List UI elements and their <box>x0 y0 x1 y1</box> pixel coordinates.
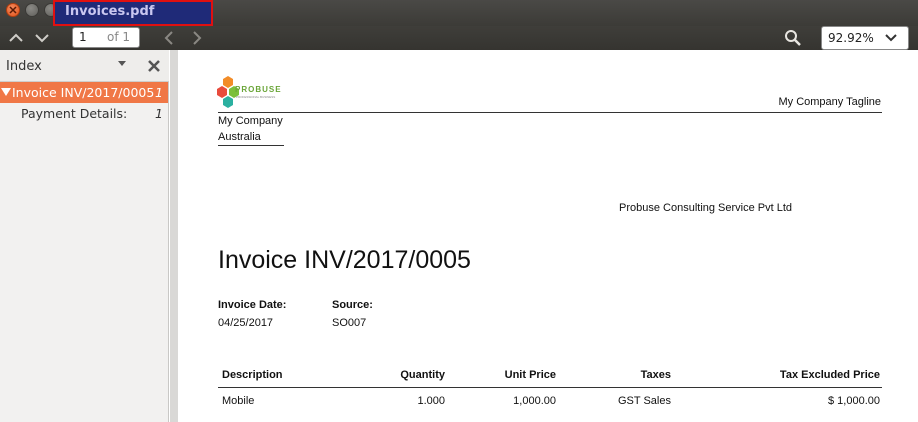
sidebar: Index Invoice INV/2017/0005 1 Payment De… <box>0 50 169 422</box>
invoice-date-label: Invoice Date: <box>218 299 287 311</box>
page-number-field[interactable]: 1 of 1 <box>72 27 140 48</box>
table-cell-taxes: GST Sales <box>618 395 671 407</box>
table-cell-tax-excluded-price: $ 1,000.00 <box>828 395 880 407</box>
table-cell-quantity: 1.000 <box>417 395 445 407</box>
address-underline <box>218 145 284 146</box>
table-cell-description: Mobile <box>222 395 255 407</box>
source-value: SO007 <box>332 317 367 329</box>
invoice-date-value: 04/25/2017 <box>218 317 274 329</box>
page-total: of 1 <box>107 30 131 44</box>
index-item-page: 1 <box>155 85 163 100</box>
table-header-divider <box>218 387 882 388</box>
title-bar: Invoices.pdf <box>0 0 918 26</box>
document-view[interactable]: PROBUSE PROFESSIONAL BUSINESS My Company… <box>170 50 918 422</box>
chevron-down-icon[interactable] <box>32 29 52 47</box>
zoom-select[interactable]: 92.92% <box>821 26 909 50</box>
window-minimize-button[interactable] <box>25 3 39 17</box>
chevron-up-icon[interactable] <box>6 29 26 47</box>
toolbar: 1 of 1 92.92% <box>0 26 918 50</box>
zoom-value: 92.92% <box>828 31 874 45</box>
partner-name: Probuse Consulting Service Pvt Ltd <box>619 202 793 214</box>
window-title: Invoices.pdf <box>65 4 155 19</box>
invoice-title: Invoice INV/2017/0005 <box>218 246 471 274</box>
table-cell-unit-price: 1,000.00 <box>513 395 556 407</box>
chevron-down-icon <box>885 34 897 42</box>
index-item-page: 1 <box>155 106 163 121</box>
table-header-unit-price: Unit Price <box>504 369 556 381</box>
index-item-payment-details[interactable]: Payment Details: 1 <box>0 103 168 124</box>
pdf-page: PROBUSE PROFESSIONAL BUSINESS My Company… <box>178 50 918 422</box>
close-sidebar-icon[interactable] <box>147 59 161 73</box>
table-header-description: Description <box>222 369 283 381</box>
expand-arrow-icon[interactable] <box>1 88 11 97</box>
close-icon <box>9 6 17 14</box>
window-close-button[interactable] <box>6 3 20 17</box>
table-header-tax-excluded-price: Tax Excluded Price <box>779 369 880 381</box>
sidebar-header: Index <box>0 50 169 82</box>
company-address: My Company Australia <box>218 113 283 145</box>
chevron-left-icon[interactable] <box>160 29 180 47</box>
current-page: 1 <box>79 30 87 44</box>
search-icon[interactable] <box>781 27 805 49</box>
index-item-label: Payment Details: <box>21 106 128 121</box>
sidebar-mode-label[interactable]: Index <box>6 59 42 74</box>
company-tagline: My Company Tagline <box>778 96 881 108</box>
logo-wordmark: PROBUSE <box>235 85 282 94</box>
chevron-right-icon[interactable] <box>186 29 206 47</box>
index-item-invoice[interactable]: Invoice INV/2017/0005 1 <box>0 82 168 103</box>
index-item-label: Invoice INV/2017/0005 <box>12 85 155 100</box>
header-divider <box>218 112 882 113</box>
index-tree: Invoice INV/2017/0005 1 Payment Details:… <box>0 82 168 124</box>
company-logo: PROBUSE PROFESSIONAL BUSINESS <box>216 76 286 114</box>
dropdown-arrow-icon[interactable] <box>118 61 126 67</box>
company-country: Australia <box>218 131 261 143</box>
window-title-highlight: Invoices.pdf <box>53 0 213 26</box>
logo-subtext: PROFESSIONAL BUSINESS <box>236 95 276 99</box>
table-header-quantity: Quantity <box>400 369 445 381</box>
source-label: Source: <box>332 299 373 311</box>
company-name: My Company <box>218 115 283 127</box>
table-header-taxes: Taxes <box>640 369 671 381</box>
